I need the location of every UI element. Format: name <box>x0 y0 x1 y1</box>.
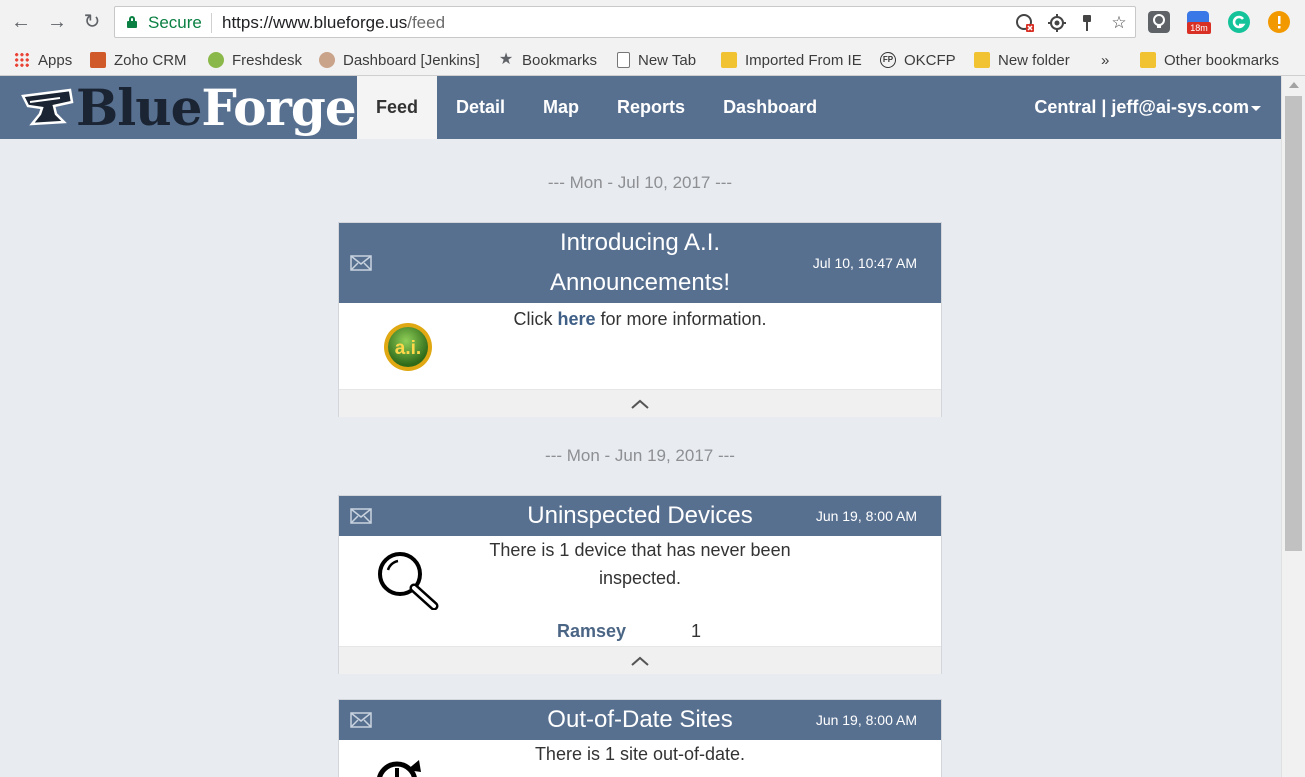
scroll-thumb[interactable] <box>1285 96 1302 551</box>
card-body: a.i. Click here for more information. <box>339 303 941 389</box>
url-divider <box>211 13 212 33</box>
blocked-popup-icon[interactable] <box>1015 13 1035 33</box>
zoho-icon <box>90 52 106 68</box>
extension-badge: 18m <box>1187 22 1211 34</box>
bookmarks-bar: Apps Zoho CRM Freshdesk Dashboard [Jenki… <box>0 44 1305 76</box>
main-nav: Feed Detail Map Reports Dashboard <box>357 76 836 139</box>
nav-tab-feed[interactable]: Feed <box>357 76 438 139</box>
apps-grid-icon <box>14 52 30 68</box>
envelope-icon <box>350 712 372 728</box>
page-scrollbar[interactable] <box>1281 76 1305 777</box>
secure-label: Secure <box>148 13 202 32</box>
card-collapse-button[interactable] <box>339 646 941 674</box>
alert-extension-icon[interactable] <box>1268 11 1290 33</box>
lock-icon <box>127 16 137 28</box>
card-header: Uninspected Devices Jun 19, 8:00 AM <box>339 496 941 536</box>
folder-icon <box>721 52 737 68</box>
blueforge-logo[interactable]: BlueForge <box>20 78 357 137</box>
svg-text:a.i.: a.i. <box>395 338 421 359</box>
card-collapse-button[interactable] <box>339 389 941 417</box>
chevron-up-icon <box>631 399 649 409</box>
card-message: There is 1 site out-of-date. <box>534 744 746 764</box>
nav-tab-reports[interactable]: Reports <box>598 76 704 139</box>
chevron-up-icon <box>631 656 649 666</box>
bookmark-jenkins[interactable]: Dashboard [Jenkins] <box>319 48 480 72</box>
grammarly-icon[interactable] <box>1228 11 1250 33</box>
bookmark-new-folder[interactable]: New folder <box>974 48 1070 72</box>
lightbulb-extension-icon[interactable] <box>1148 11 1170 33</box>
ai-badge-icon: a.i. <box>384 323 432 371</box>
envelope-icon <box>350 255 372 271</box>
bookmark-okcfp[interactable]: FP OKCFP <box>880 48 956 72</box>
card-header: Out-of-Date Sites Jun 19, 8:00 AM <box>339 700 941 740</box>
okcfp-icon: FP <box>880 52 896 68</box>
card-timestamp: Jun 19, 8:00 AM <box>815 508 917 524</box>
feed-card: Introducing A.I. Announcements! Jul 10, … <box>338 222 942 417</box>
folder-icon <box>1140 52 1156 68</box>
card-body: There is 1 device that has never been in… <box>339 536 941 646</box>
back-arrow-icon[interactable]: ← <box>10 11 32 33</box>
page-icon <box>617 52 630 68</box>
url-text[interactable]: https://www.blueforge.us/feed <box>222 13 445 33</box>
caret-down-icon <box>1251 105 1261 111</box>
star-bookmark-icon[interactable]: ☆ <box>1109 13 1129 33</box>
jenkins-icon <box>319 52 335 68</box>
user-menu-label: Central | jeff@ai-sys.com <box>1034 97 1249 117</box>
feed-date-separator: --- Mon - Jun 19, 2017 --- <box>545 446 735 465</box>
bookmark-other-bookmarks[interactable]: Other bookmarks <box>1140 48 1279 72</box>
card-timestamp: Jul 10, 10:47 AM <box>812 255 917 271</box>
bookmark-apps[interactable]: Apps <box>14 48 72 72</box>
nav-tab-detail[interactable]: Detail <box>437 76 524 139</box>
device-count: 1 <box>691 621 702 641</box>
logo-wordmark: BlueForge <box>76 78 357 137</box>
anvil-logo-icon <box>21 88 74 126</box>
bookmark-imported-from-ie[interactable]: Imported From IE <box>721 48 862 72</box>
nav-tab-map[interactable]: Map <box>524 76 598 139</box>
card-header: Introducing A.I. Announcements! Jul 10, … <box>339 223 941 303</box>
scroll-up-arrow-icon[interactable] <box>1289 82 1299 88</box>
address-bar[interactable]: Secure https://www.blueforge.us/feed ☆ <box>114 6 1136 38</box>
site-link-ramsey[interactable]: Ramsey <box>557 621 626 642</box>
folder-icon <box>974 52 990 68</box>
app-header: BlueForge Feed Detail Map Reports Dashbo… <box>0 76 1281 139</box>
card-body: There is 1 site out-of-date. <box>339 740 941 777</box>
card-timestamp: Jun 19, 8:00 AM <box>815 712 917 728</box>
location-target-icon[interactable] <box>1047 13 1067 33</box>
freshdesk-icon <box>208 52 224 68</box>
bookmark-new-tab[interactable]: New Tab <box>617 48 696 72</box>
nav-tab-dashboard[interactable]: Dashboard <box>704 76 836 139</box>
magnifier-icon <box>378 552 439 610</box>
calendar-extension-icon[interactable]: 18m <box>1187 11 1211 34</box>
clock-icon <box>377 760 421 777</box>
reload-icon[interactable]: ↻ <box>81 11 103 33</box>
more-info-link[interactable]: here <box>557 309 595 329</box>
feed-card: Out-of-Date Sites Jun 19, 8:00 AM There … <box>338 699 942 777</box>
user-menu-dropdown[interactable]: Central | jeff@ai-sys.com <box>1034 76 1261 139</box>
feed-card: Uninspected Devices Jun 19, 8:00 AM Ther… <box>338 495 942 674</box>
star-icon: ★ <box>498 51 514 68</box>
bookmarks-overflow-button[interactable]: » <box>1101 48 1109 72</box>
envelope-icon <box>350 508 372 524</box>
browser-toolbar: ← → ↻ Secure https://www.blueforge.us/fe… <box>0 0 1305 44</box>
bookmark-zoho-crm[interactable]: Zoho CRM <box>90 48 187 72</box>
bookmark-freshdesk[interactable]: Freshdesk <box>208 48 302 72</box>
key-icon[interactable] <box>1077 13 1097 33</box>
forward-arrow-icon[interactable]: → <box>46 11 68 33</box>
feed-date-separator: --- Mon - Jul 10, 2017 --- <box>547 173 733 192</box>
bookmark-bookmarks[interactable]: ★ Bookmarks <box>498 48 597 72</box>
